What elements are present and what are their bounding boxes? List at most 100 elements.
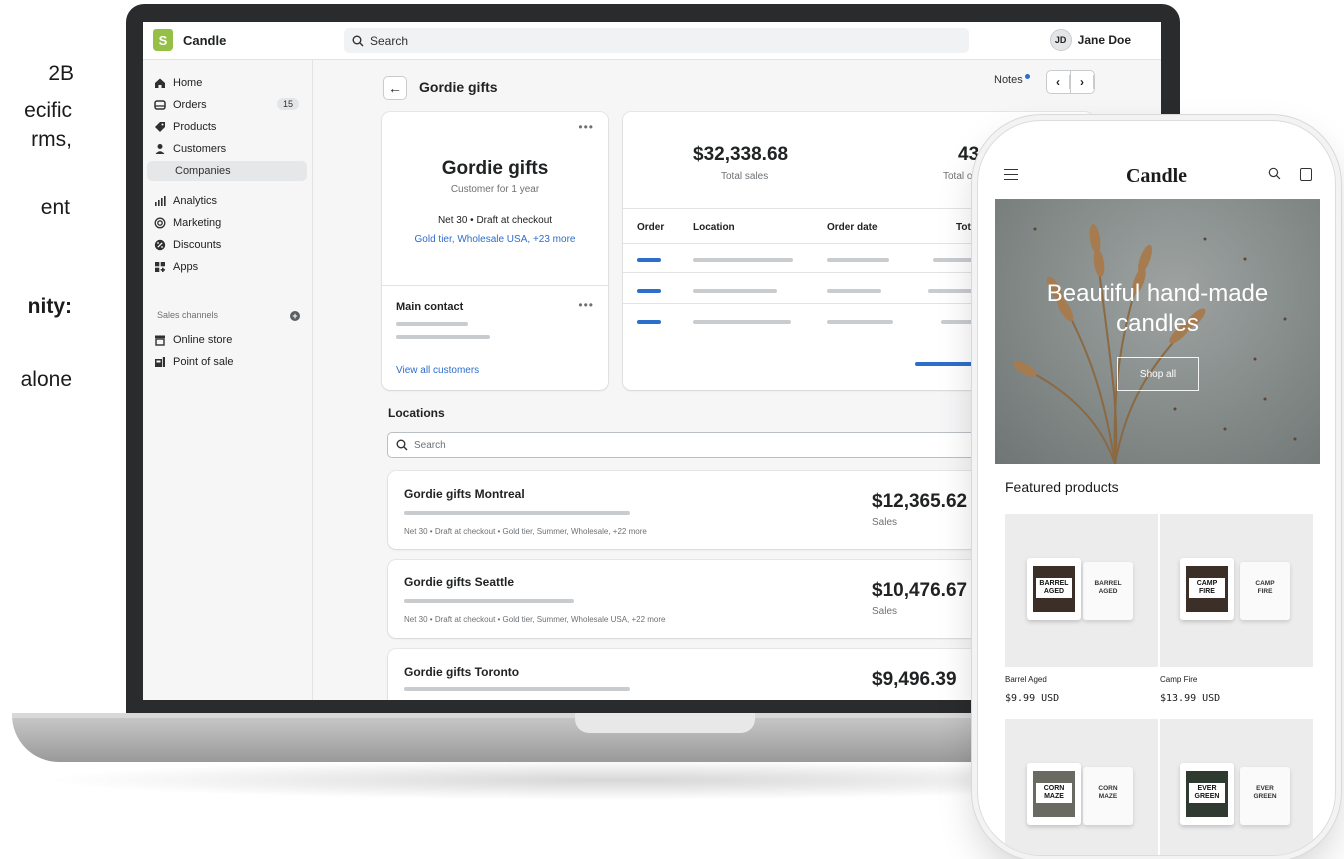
company-tags: Gold tier, Wholesale USA, +23 more	[414, 234, 576, 245]
tag-link[interactable]: Wholesale USA	[457, 234, 527, 245]
sidebar-item-discounts[interactable]: Discounts	[153, 235, 303, 255]
sidebar-item-analytics[interactable]: Analytics	[153, 191, 303, 211]
shop-all-button[interactable]: Shop all	[1117, 357, 1199, 391]
copy-fragment: 2B	[48, 62, 74, 85]
search-icon[interactable]	[1268, 167, 1281, 183]
search-icon	[396, 439, 408, 451]
notes-button[interactable]: Notes	[994, 74, 1030, 86]
table-row-cell	[933, 258, 983, 262]
laptop-notch	[575, 713, 755, 733]
sidebar-item-home[interactable]: Home	[153, 73, 303, 93]
candle-label: AGED	[1043, 588, 1065, 595]
locations-search-input[interactable]: Search	[387, 432, 987, 458]
candle-image: CAMP FIRE	[1180, 558, 1234, 620]
location-meta: Net 30 • Draft at checkout • Gold tier, …	[404, 527, 647, 536]
sidebar: Home Orders 15 Products Customers Compan…	[143, 60, 313, 700]
total-sales-label: Total sales	[721, 171, 769, 182]
column-header-total[interactable]: Total	[956, 222, 979, 233]
tag-link[interactable]: Gold tier	[415, 234, 452, 245]
sidebar-item-label: Point of sale	[173, 356, 234, 368]
table-row-cell	[693, 289, 777, 293]
more-actions-icon[interactable]: •••	[578, 120, 594, 134]
table-row-cell	[827, 289, 881, 293]
storefront-header: Candle	[978, 157, 1335, 199]
storefront-brand[interactable]: Candle	[978, 165, 1335, 188]
cart-icon[interactable]	[1300, 168, 1312, 181]
product-tile-ever-green[interactable]: EVER GREEN EVER GREEN	[1160, 719, 1313, 855]
user-menu[interactable]: JD Jane Doe	[1049, 29, 1131, 51]
sidebar-item-label: Analytics	[173, 195, 218, 207]
sidebar-item-orders[interactable]: Orders 15	[153, 95, 303, 115]
shopify-bag-icon: S	[153, 29, 173, 51]
product-tile-camp-fire[interactable]: CAMP FIRE CAMP FIRE	[1160, 514, 1313, 667]
discount-icon	[153, 239, 166, 252]
product-name[interactable]: Camp Fire	[1160, 675, 1197, 684]
sidebar-item-products[interactable]: Products	[153, 117, 303, 137]
store-brand[interactable]: S Candle	[153, 29, 226, 51]
column-header-order[interactable]: Order	[637, 222, 664, 233]
placeholder-line	[396, 335, 490, 339]
target-icon	[153, 217, 166, 230]
previous-button[interactable]: ‹	[1047, 71, 1071, 93]
product-tile-corn-maze[interactable]: CORN MAZE CORN MAZE	[1005, 719, 1158, 855]
more-tags-link[interactable]: +23 more	[533, 234, 576, 245]
more-actions-icon[interactable]: •••	[578, 298, 594, 312]
back-button[interactable]: ←	[383, 76, 407, 100]
view-all-customers-link[interactable]: View all customers	[396, 365, 479, 376]
product-name[interactable]: Barrel Aged	[1005, 675, 1047, 684]
table-row-cell	[827, 320, 893, 324]
avatar: JD	[1049, 29, 1072, 51]
next-button[interactable]: ›	[1071, 71, 1094, 93]
add-channel-icon[interactable]: +	[290, 311, 300, 321]
sidebar-item-label: Products	[173, 121, 217, 133]
column-header-location[interactable]: Location	[693, 222, 735, 233]
location-card-montreal[interactable]: Gordie gifts Montreal Net 30 • Draft at …	[388, 471, 1008, 549]
table-row-order-link[interactable]	[637, 320, 661, 324]
table-row-order-link[interactable]	[637, 289, 661, 293]
product-price: $13.99 USD	[1160, 693, 1221, 704]
candle-label: CAMP	[1255, 580, 1275, 587]
sidebar-item-point-of-sale[interactable]: Point of sale	[153, 352, 303, 372]
candle-image: CAMP FIRE	[1240, 562, 1290, 620]
featured-products-title: Featured products	[1005, 479, 1119, 495]
global-search-input[interactable]: Search	[344, 28, 969, 53]
table-row-cell	[693, 320, 791, 324]
sidebar-item-online-store[interactable]: Online store	[153, 330, 303, 350]
location-card-toronto[interactable]: Gordie gifts Toronto $9,496.39	[388, 649, 1008, 700]
sidebar-item-label: Orders	[173, 99, 207, 111]
copy-fragment: ent	[40, 196, 70, 219]
copy-fragment: nity:	[27, 295, 72, 318]
table-row-cell	[941, 320, 981, 324]
copy-fragment: alone	[20, 368, 72, 391]
search-placeholder: Search	[414, 439, 446, 451]
copy-fragment: ecific	[24, 99, 72, 122]
search-icon	[352, 35, 364, 46]
table-row-order-link[interactable]	[637, 258, 661, 262]
copy-fragment: rms,	[31, 128, 72, 151]
apps-icon	[153, 261, 166, 274]
total-orders-value: 43	[958, 144, 980, 165]
product-tile-barrel-aged[interactable]: BARREL AGED BARREL AGED	[1005, 514, 1158, 667]
sidebar-item-companies[interactable]: Companies	[147, 161, 307, 181]
sidebar-item-marketing[interactable]: Marketing	[153, 213, 303, 233]
candle-label: AGED	[1098, 587, 1118, 595]
payment-terms: Net 30 • Draft at checkout	[437, 215, 553, 226]
location-sales-label: Sales	[872, 517, 898, 528]
total-sales-value: $32,338.68	[693, 144, 789, 165]
sidebar-item-label: Online store	[173, 334, 233, 346]
candle-label: MAZE	[1098, 792, 1118, 800]
company-card: ••• Gordie gifts Customer for 1 year Net…	[382, 112, 608, 390]
search-placeholder: Search	[370, 33, 409, 48]
candle-label: EVER	[1197, 785, 1217, 792]
candle-label: BARREL	[1039, 580, 1069, 587]
candle-label: FIRE	[1199, 588, 1215, 595]
sidebar-item-apps[interactable]: Apps	[153, 257, 303, 277]
person-icon	[153, 143, 166, 156]
sidebar-item-customers[interactable]: Customers	[153, 139, 303, 159]
column-header-order-date[interactable]: Order date	[827, 222, 878, 233]
location-card-seattle[interactable]: Gordie gifts Seattle Net 30 • Draft at c…	[388, 560, 1008, 638]
store-icon	[153, 334, 166, 347]
tag-icon	[153, 121, 166, 134]
location-sales-value: $10,476.67	[872, 580, 968, 601]
location-meta: Net 30 • Draft at checkout • Gold tier, …	[404, 615, 666, 624]
